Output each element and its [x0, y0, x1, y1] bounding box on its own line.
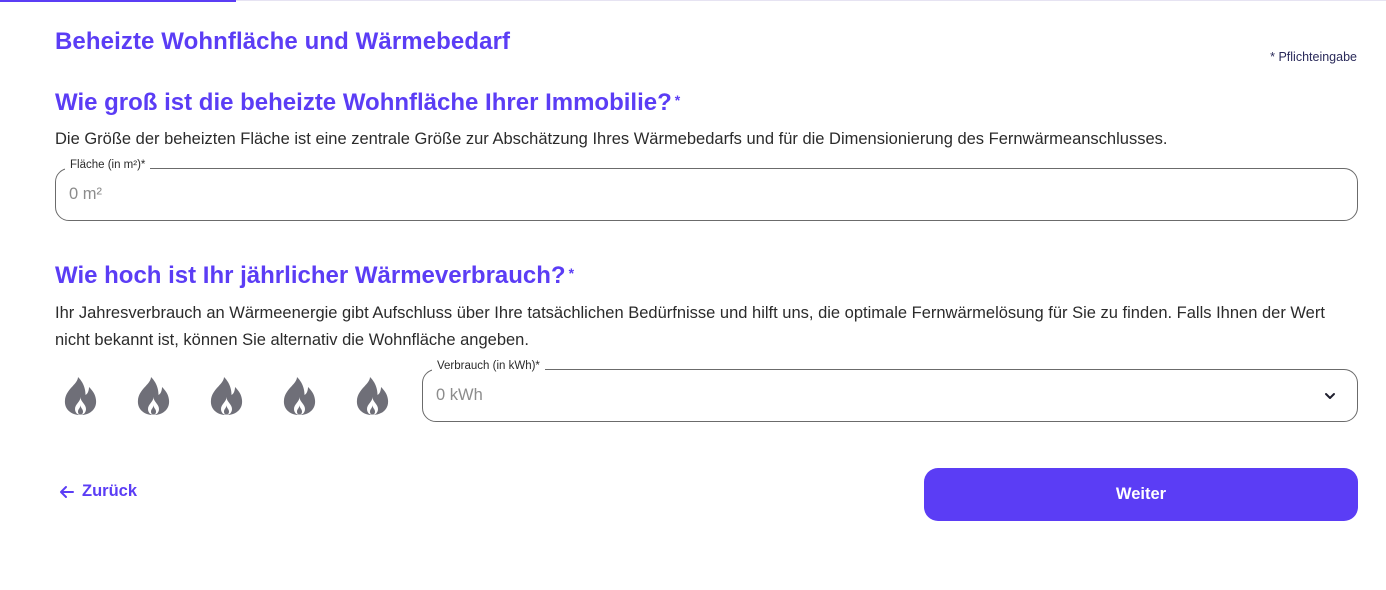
- flame-icon[interactable]: [62, 376, 99, 416]
- chevron-down-icon[interactable]: [1323, 389, 1337, 403]
- consumption-field[interactable]: Verbrauch (in kWh)*: [422, 360, 1358, 422]
- consumption-input[interactable]: [436, 370, 1230, 421]
- section-title: Beheizte Wohnfläche und Wärmebedarf: [55, 28, 511, 55]
- area-input[interactable]: [69, 169, 1175, 220]
- back-button[interactable]: Zurück: [58, 482, 137, 501]
- flame-icon[interactable]: [281, 376, 318, 416]
- area-field[interactable]: Fläche (in m²)*: [55, 159, 1358, 221]
- flame-rating: [62, 376, 391, 416]
- required-note: * Pflichteingabe: [1270, 50, 1357, 64]
- area-question-title: Wie groß ist die beheizte Wohnfläche Ihr…: [55, 89, 680, 117]
- flame-icon[interactable]: [208, 376, 245, 416]
- flame-icon[interactable]: [354, 376, 391, 416]
- flame-icon[interactable]: [135, 376, 172, 416]
- area-question-text: Wie groß ist die beheizte Wohnfläche Ihr…: [55, 89, 672, 116]
- required-asterisk: *: [568, 265, 575, 281]
- page: Beheizte Wohnfläche und Wärmebedarf * Pf…: [0, 0, 1386, 590]
- area-question-description: Die Größe der beheizten Fläche ist eine …: [55, 130, 1168, 148]
- consumption-question-description: Ihr Jahresverbrauch an Wärmeenergie gibt…: [55, 304, 1325, 349]
- consumption-question-text: Wie hoch ist Ihr jährlicher Wärmeverbrau…: [55, 262, 566, 289]
- arrow-left-icon: [60, 485, 74, 498]
- progress-bar: [0, 0, 236, 2]
- back-button-label: Zurück: [82, 482, 138, 500]
- consumption-question-title: Wie hoch ist Ihr jährlicher Wärmeverbrau…: [55, 262, 574, 290]
- required-asterisk: *: [674, 92, 681, 108]
- next-button[interactable]: Weiter: [924, 468, 1358, 521]
